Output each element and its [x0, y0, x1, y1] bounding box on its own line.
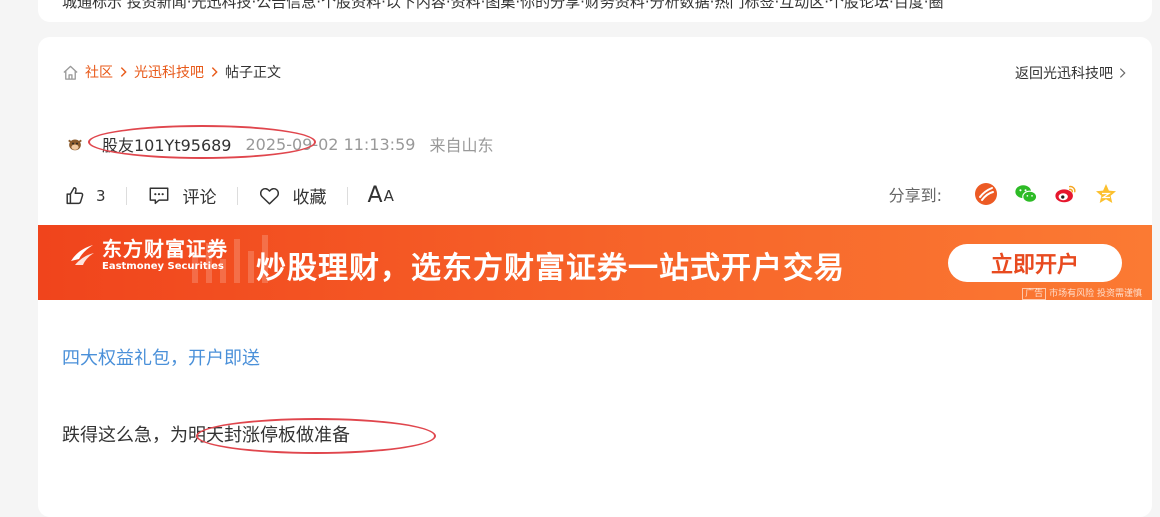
breadcrumb-community[interactable]: 社区: [85, 62, 113, 82]
chevron-right-icon: [120, 66, 127, 78]
ad-slogan: 炒股理财，选东方财富证券一站式开户交易: [256, 251, 845, 286]
divider: [125, 186, 127, 205]
ad-tag: 广告: [1022, 288, 1047, 300]
share-label: 分享到:: [888, 186, 942, 205]
divider: [236, 186, 238, 205]
collect-button[interactable]: 收藏: [258, 183, 327, 208]
post-origin: 来自山东: [429, 136, 494, 155]
chevron-right-icon: [1119, 67, 1126, 79]
heart-icon: [258, 185, 281, 207]
font-size-small-glyph: A: [383, 186, 394, 205]
weibo-icon[interactable]: [1054, 182, 1078, 206]
breadcrumb: 社区 光迅科技吧 帖子正文: [62, 62, 281, 82]
eastmoney-icon[interactable]: [974, 182, 998, 206]
back-to-forum-label: 返回光迅科技吧: [1015, 66, 1113, 82]
open-account-button[interactable]: 立即开户: [948, 244, 1122, 282]
comment-button[interactable]: 评论: [147, 183, 217, 208]
breadcrumb-current: 帖子正文: [225, 65, 281, 81]
eastmoney-logo-icon: [68, 241, 96, 269]
back-to-forum-link[interactable]: 返回光迅科技吧: [1015, 63, 1126, 83]
font-size-button[interactable]: A A: [368, 183, 394, 208]
ad-banner[interactable]: 东方财富证券 Eastmoney Securities 炒股理财，选东方财富证券…: [38, 225, 1152, 300]
like-button[interactable]: 3: [64, 185, 106, 207]
post-time: 2025-09-02 11:13:59: [245, 134, 416, 154]
comment-icon: [147, 185, 171, 207]
post-card: 社区 光迅科技吧 帖子正文 返回光迅科技吧 股友101Yt95689 2025-…: [38, 37, 1152, 517]
previous-card-text: 城通标示 投资新闻·光迅科技·公告信息·个股资料·以下内容·资料·图集·你的分享…: [62, 0, 944, 11]
eastmoney-logo: 东方财富证券 Eastmoney Securities: [68, 237, 228, 273]
ad-risk-text: 市场有风险 投资需谨慎: [1049, 289, 1142, 299]
eastmoney-logo-en: Eastmoney Securities: [102, 261, 224, 272]
post-content: 跌得这么急，为明天封涨停板做准备: [62, 425, 350, 446]
avatar[interactable]: [66, 135, 84, 153]
comment-label: 评论: [182, 188, 217, 208]
qzone-icon[interactable]: [1094, 182, 1118, 206]
post-meta: 股友101Yt95689 2025-09-02 11:13:59 来自山东: [66, 132, 493, 156]
promo-link[interactable]: 四大权益礼包，开户即送: [62, 344, 260, 370]
ad-disclaimer: 广告 市场有风险 投资需谨慎: [1022, 286, 1142, 300]
like-count: 3: [96, 186, 106, 205]
eastmoney-logo-cn: 东方财富证券: [102, 237, 228, 261]
wechat-icon[interactable]: [1014, 182, 1038, 206]
thumbs-up-icon: [64, 185, 86, 207]
breadcrumb-forum[interactable]: 光迅科技吧: [134, 62, 204, 82]
action-bar: 3 评论 收藏 A A: [64, 183, 394, 208]
collect-label: 收藏: [292, 188, 327, 208]
share-bar: 分享到:: [889, 182, 1118, 206]
chevron-right-icon: [211, 66, 218, 78]
previous-card-strip: 城通标示 投资新闻·光迅科技·公告信息·个股资料·以下内容·资料·图集·你的分享…: [38, 0, 1152, 22]
home-icon[interactable]: [62, 64, 79, 81]
divider: [346, 186, 348, 205]
font-size-large-glyph: A: [367, 183, 383, 208]
author-name[interactable]: 股友101Yt95689: [102, 132, 232, 156]
